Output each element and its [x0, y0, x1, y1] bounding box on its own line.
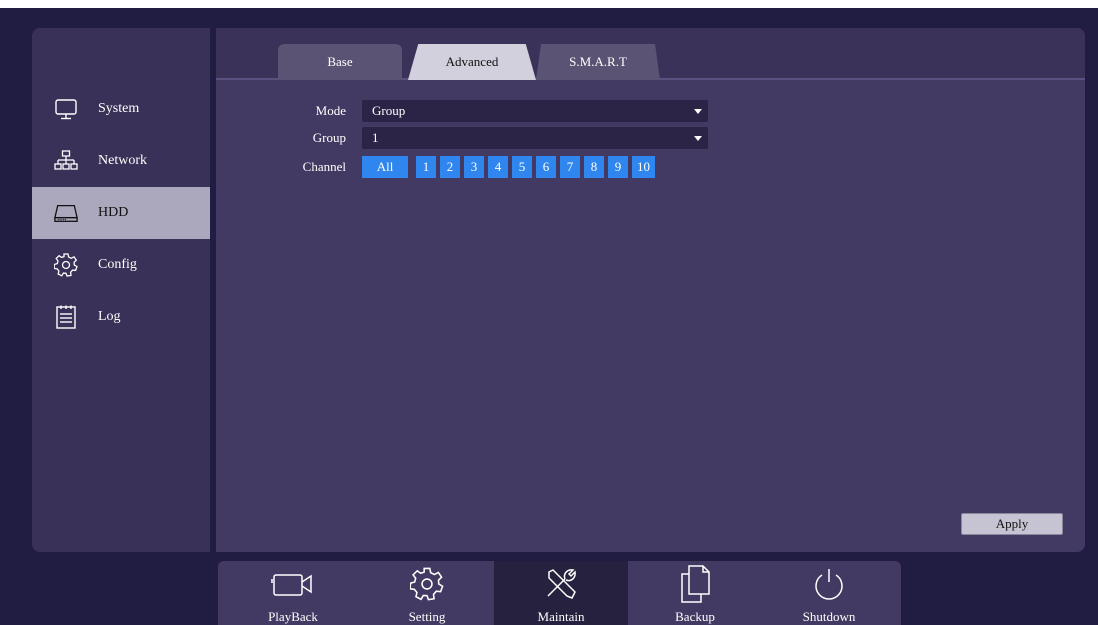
channel-chips: All 1 2 3 4 5 6 7 8 9 10	[362, 156, 655, 178]
gear-icon	[54, 253, 78, 277]
sidebar-item-label: Config	[98, 257, 137, 272]
top-banner	[0, 0, 1098, 8]
group-label: Group	[312, 130, 346, 145]
toolbar-playback[interactable]: PlayBack	[226, 561, 360, 625]
toolbar-maintain[interactable]: Maintain	[494, 561, 628, 625]
sidebar-item-label: Log	[98, 309, 121, 324]
toolbar-label: Backup	[675, 609, 715, 624]
sidebar-item-log[interactable]: Log	[32, 291, 210, 343]
sidebar-item-label: Network	[98, 153, 147, 168]
group-select[interactable]: 1	[362, 127, 708, 149]
sidebar-item-system[interactable]: System	[32, 83, 210, 135]
channel-button[interactable]: 6	[536, 156, 556, 178]
chevron-down-icon	[694, 136, 702, 141]
sidebar-item-network[interactable]: Network	[32, 135, 210, 187]
sidebar-item-config[interactable]: Config	[32, 239, 210, 291]
bottom-toolbar: PlayBack Setting Maintain Backup Shutdow…	[218, 561, 901, 625]
main-panel: Base Advanced S.M.A.R.T Mode Group Group…	[216, 28, 1085, 552]
copy-icon	[680, 565, 710, 603]
network-icon	[54, 149, 78, 173]
channel-button[interactable]: 10	[632, 156, 655, 178]
channel-button[interactable]: 8	[584, 156, 604, 178]
mode-value: Group	[372, 103, 406, 118]
tab-smart[interactable]: S.M.A.R.T	[536, 44, 660, 80]
toolbar-label: PlayBack	[268, 609, 318, 624]
channel-button[interactable]: 5	[512, 156, 532, 178]
channel-button[interactable]: 1	[416, 156, 436, 178]
mode-label: Mode	[315, 103, 346, 118]
sidebar-item-hdd[interactable]: HDD	[32, 187, 210, 239]
chevron-down-icon	[694, 109, 702, 114]
channel-label: Channel	[302, 159, 346, 174]
monitor-icon	[54, 97, 78, 121]
sidebar-item-label: System	[98, 101, 140, 116]
apply-button[interactable]: Apply	[961, 513, 1063, 535]
toolbar-backup[interactable]: Backup	[628, 561, 762, 625]
group-row: Group 1	[276, 127, 708, 149]
channel-button[interactable]: 7	[560, 156, 580, 178]
channel-button[interactable]: 9	[608, 156, 628, 178]
channel-row: Channel All 1 2 3 4 5 6 7 8 9 10	[276, 156, 655, 178]
toolbar-label: Setting	[408, 609, 446, 624]
tools-icon	[543, 565, 579, 603]
toolbar-label: Maintain	[537, 609, 585, 624]
channel-button[interactable]: 4	[488, 156, 508, 178]
log-icon	[54, 305, 78, 329]
channel-all-button[interactable]: All	[362, 156, 408, 178]
hdd-icon	[54, 201, 78, 225]
sidebar: System Network HDD Config Log	[32, 28, 210, 552]
toolbar-shutdown[interactable]: Shutdown	[762, 561, 896, 625]
mode-row: Mode Group	[276, 100, 708, 122]
tab-base[interactable]: Base	[278, 44, 402, 80]
toolbar-label: Shutdown	[802, 609, 856, 624]
sidebar-item-label: HDD	[98, 205, 129, 220]
power-icon	[812, 565, 846, 603]
mode-select[interactable]: Group	[362, 100, 708, 122]
channel-button[interactable]: 2	[440, 156, 460, 178]
tab-bar: Base Advanced S.M.A.R.T	[216, 28, 1085, 80]
group-value: 1	[372, 130, 379, 145]
camera-icon	[271, 565, 315, 603]
channel-button[interactable]: 3	[464, 156, 484, 178]
gear-icon	[410, 565, 444, 603]
tab-advanced[interactable]: Advanced	[408, 44, 536, 80]
toolbar-setting[interactable]: Setting	[360, 561, 494, 625]
